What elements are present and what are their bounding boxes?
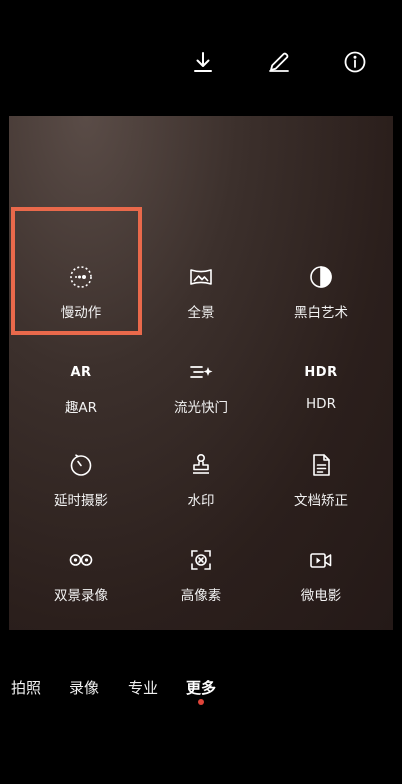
modes-grid: 慢动作 全景 黑白艺术 AR 趣AR 流光快门 HDR HDR 延时摄影 水印 … [9, 116, 393, 630]
selection-highlight [11, 207, 142, 335]
high-resolution-icon [187, 546, 215, 574]
mode-label: HDR [306, 396, 336, 412]
mode-tab-photo[interactable]: 拍照 [11, 677, 41, 698]
mode-dual-view[interactable]: 双景录像 [17, 526, 145, 620]
hdr-icon-text: HDR [304, 364, 338, 380]
mode-label: 双景录像 [54, 588, 108, 604]
mode-high-resolution[interactable]: 高像素 [137, 526, 265, 620]
ar-icon: AR [67, 358, 95, 386]
mode-label: 延时摄影 [54, 493, 108, 509]
mode-hdr[interactable]: HDR HDR [257, 338, 385, 432]
mode-label: 黑白艺术 [294, 305, 348, 321]
time-lapse-icon [67, 451, 95, 479]
download-icon[interactable] [185, 44, 221, 80]
more-modes-panel: 慢动作 全景 黑白艺术 AR 趣AR 流光快门 HDR HDR 延时摄影 水印 … [9, 116, 393, 630]
mode-tab-more[interactable]: 更多 [186, 677, 216, 698]
mode-ar[interactable]: AR 趣AR [17, 338, 145, 432]
mode-label: 流光快门 [174, 400, 228, 416]
mode-watermark[interactable]: 水印 [137, 431, 265, 525]
hdr-icon: HDR [304, 358, 338, 386]
ar-icon-text: AR [70, 364, 92, 380]
mode-micro-movie[interactable]: 微电影 [257, 526, 385, 620]
active-mode-indicator [198, 699, 204, 705]
mode-label: 微电影 [300, 588, 342, 604]
micro-movie-icon [307, 546, 335, 574]
mode-time-lapse[interactable]: 延时摄影 [17, 431, 145, 525]
panorama-icon [187, 263, 215, 291]
watermark-icon [187, 451, 215, 479]
light-painting-icon [187, 358, 215, 386]
mode-monochrome[interactable]: 黑白艺术 [257, 243, 385, 337]
document-correction-icon [307, 451, 335, 479]
mode-label: 文档矫正 [294, 493, 348, 509]
mode-label: 高像素 [180, 588, 222, 604]
mode-document-correction[interactable]: 文档矫正 [257, 431, 385, 525]
edit-icon[interactable] [261, 44, 297, 80]
info-icon[interactable] [337, 44, 373, 80]
mode-light-painting[interactable]: 流光快门 [137, 338, 265, 432]
dual-view-icon [67, 546, 95, 574]
monochrome-icon [307, 263, 335, 291]
mode-label: 水印 [187, 493, 215, 509]
mode-tab-pro[interactable]: 专业 [128, 677, 158, 698]
top-toolbar [0, 0, 402, 116]
mode-panorama[interactable]: 全景 [137, 243, 265, 337]
mode-label: 全景 [187, 305, 215, 321]
mode-tab-video[interactable]: 录像 [69, 677, 99, 698]
mode-label: 趣AR [64, 400, 98, 416]
